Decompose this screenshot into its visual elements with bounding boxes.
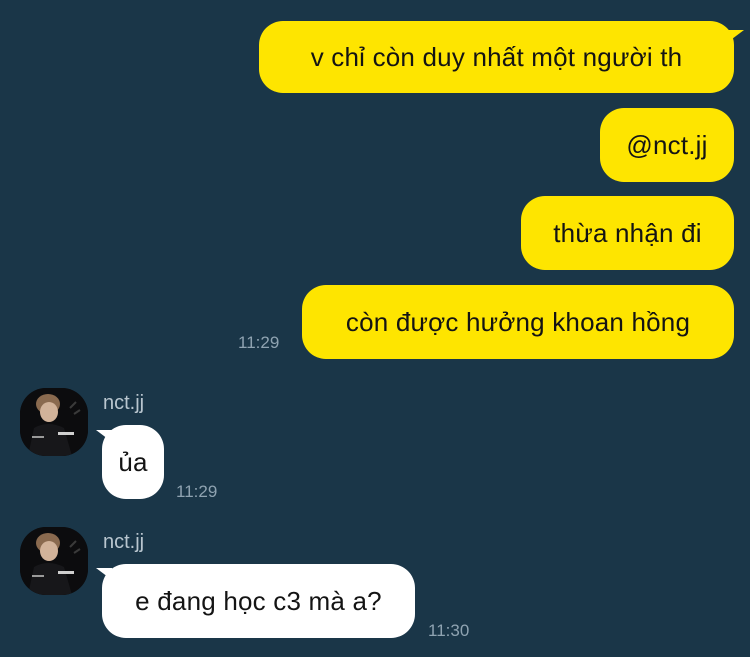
bubble-tail (728, 30, 744, 42)
outgoing-message-bubble[interactable]: @nct.jj (600, 108, 734, 182)
sender-name: nct.jj (103, 531, 145, 553)
message-text: e đang học c3 mà a? (135, 585, 382, 616)
message-text: thừa nhận đi (553, 217, 702, 248)
message-timestamp: 11:29 (238, 333, 280, 352)
sender-name: nct.jj (103, 392, 145, 414)
message-text: còn được hưởng khoan hồng (345, 306, 691, 337)
outgoing-message-bubble[interactable]: thừa nhận đi (521, 196, 734, 270)
sender-avatar[interactable] (20, 388, 88, 456)
message-text: v chỉ còn duy nhất một người th (310, 41, 683, 72)
message-text: ủa (118, 446, 148, 477)
message-timestamp: 11:29 (176, 482, 218, 501)
chat-thread: v chỉ còn duy nhất một người th @nct.jj … (0, 0, 750, 657)
outgoing-message-bubble[interactable]: còn được hưởng khoan hồng (302, 285, 734, 359)
message-timestamp: 11:30 (428, 621, 470, 640)
outgoing-message-bubble[interactable]: v chỉ còn duy nhất một người th (259, 21, 734, 93)
message-text: @nct.jj (626, 129, 708, 160)
user-avatar-photo (20, 527, 88, 595)
incoming-message-bubble[interactable]: e đang học c3 mà a? (102, 564, 415, 638)
incoming-message-bubble[interactable]: ủa (102, 425, 164, 499)
sender-avatar[interactable] (20, 527, 88, 595)
user-avatar-photo (20, 388, 88, 456)
